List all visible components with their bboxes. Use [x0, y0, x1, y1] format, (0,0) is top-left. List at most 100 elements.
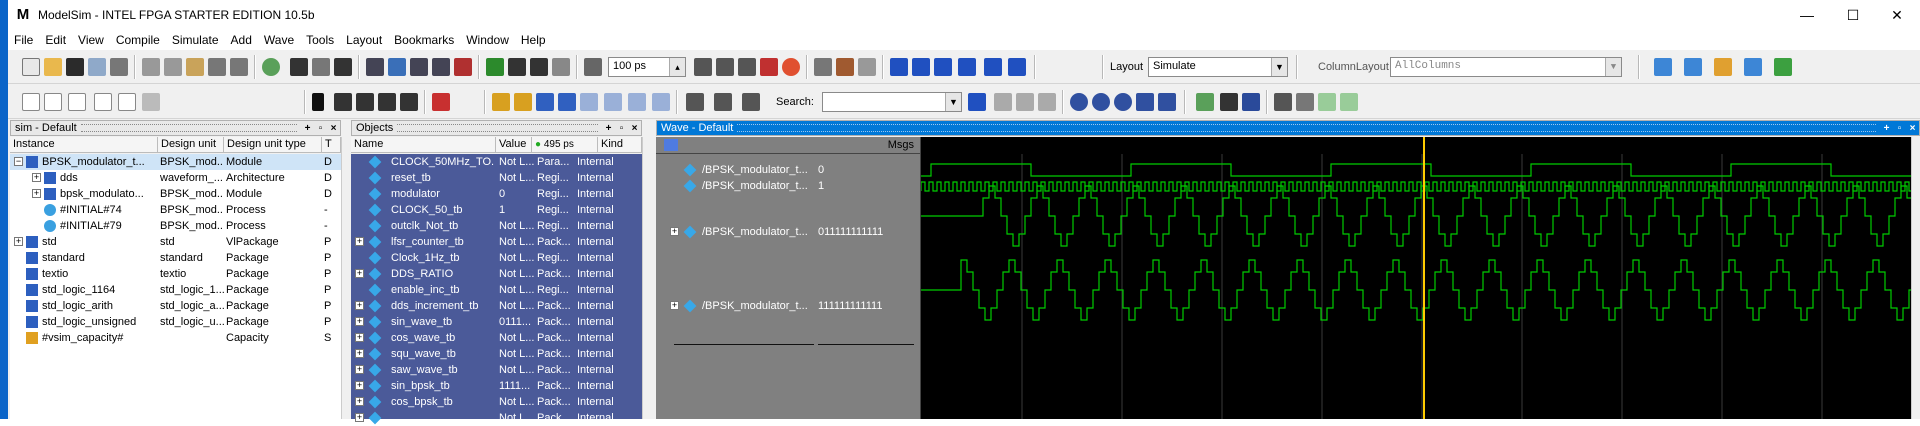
- layout-select[interactable]: Simulate ▼: [1148, 57, 1288, 77]
- spin-icon[interactable]: ▴: [669, 58, 685, 76]
- col-design-unit-type[interactable]: Design unit type: [224, 137, 322, 152]
- zoom-in-icon[interactable]: [1070, 93, 1088, 111]
- clear-icon[interactable]: [454, 58, 472, 76]
- menu-add[interactable]: Add: [231, 33, 252, 47]
- expand-icon[interactable]: −: [14, 157, 23, 166]
- reload-icon[interactable]: [88, 58, 106, 76]
- col-design-unit[interactable]: Design unit: [158, 137, 224, 152]
- close-pane-icon[interactable]: ×: [1906, 123, 1919, 134]
- edge-2-icon[interactable]: [1318, 93, 1336, 111]
- undo-icon[interactable]: [208, 58, 226, 76]
- find-icon[interactable]: [290, 58, 308, 76]
- object-row[interactable]: modulator 0 Regi... Internal: [351, 186, 642, 202]
- restart-icon[interactable]: [486, 58, 504, 76]
- zoom-range-icon[interactable]: [1158, 93, 1176, 111]
- arrow-up-icon[interactable]: [508, 58, 526, 76]
- find-all-icon[interactable]: [1038, 93, 1056, 111]
- maximize-pane-icon[interactable]: ▫: [615, 123, 628, 134]
- wave-vscrollbar[interactable]: [1911, 137, 1920, 419]
- object-row[interactable]: +... Not L... Pack... Internal: [351, 410, 642, 426]
- menu-simulate[interactable]: Simulate: [172, 33, 219, 47]
- object-row[interactable]: CLOCK_50_tb 1 Regi... Internal: [351, 202, 642, 218]
- expand-icon[interactable]: +: [355, 365, 364, 374]
- object-row[interactable]: outclk_Not_tb Not L... Regi... Internal: [351, 218, 642, 234]
- menu-file[interactable]: File: [14, 33, 33, 47]
- undock-icon[interactable]: +: [602, 123, 615, 134]
- step-over-icon[interactable]: [912, 58, 930, 76]
- find-next-icon[interactable]: [1016, 93, 1034, 111]
- close-pane-icon[interactable]: ×: [628, 123, 641, 134]
- object-row[interactable]: + DDS_RATIO Not L... Pack... Internal: [351, 266, 642, 282]
- undock-icon[interactable]: +: [1880, 123, 1893, 134]
- arrow-right-icon[interactable]: [552, 58, 570, 76]
- break-icon[interactable]: [760, 58, 778, 76]
- menu-wave[interactable]: Wave: [264, 33, 294, 47]
- expand-icon[interactable]: +: [355, 349, 364, 358]
- sim-row[interactable]: − BPSK_modulator_t... BPSK_mod... Module D: [10, 154, 341, 170]
- filter-icon[interactable]: [142, 93, 160, 111]
- minimize-button[interactable]: —: [1784, 0, 1830, 30]
- edge-rising-icon[interactable]: [652, 93, 670, 111]
- continue-icon[interactable]: [716, 58, 734, 76]
- object-row[interactable]: + lfsr_counter_tb Not L... Pack... Internal: [351, 234, 642, 250]
- object-row[interactable]: reset_tb Not L... Regi... Internal: [351, 170, 642, 186]
- sim-row[interactable]: #INITIAL#74 BPSK_mod... Process -: [10, 202, 341, 218]
- output-icon[interactable]: [44, 93, 62, 111]
- cut-icon[interactable]: [142, 58, 160, 76]
- object-row[interactable]: + saw_wave_tb Not L... Pack... Internal: [351, 362, 642, 378]
- expand-icon[interactable]: +: [355, 301, 364, 310]
- insert-icon[interactable]: [22, 93, 40, 111]
- object-row[interactable]: Clock_1Hz_tb Not L... Regi... Internal: [351, 250, 642, 266]
- run-all-icon[interactable]: [738, 58, 756, 76]
- objects-pane-header[interactable]: Objects + ▫ ×: [351, 120, 642, 136]
- search-options-icon[interactable]: [742, 93, 760, 111]
- sim-row[interactable]: std_logic_1164 std_logic_1... Package P: [10, 282, 341, 298]
- redo-icon[interactable]: [230, 58, 248, 76]
- drag-grip[interactable]: [397, 124, 598, 132]
- hand-icon[interactable]: [858, 58, 876, 76]
- expand-icon[interactable]: +: [355, 381, 364, 390]
- col-value[interactable]: Value: [496, 137, 532, 152]
- col-name[interactable]: Name: [351, 137, 496, 152]
- modelsim-icon[interactable]: [334, 58, 352, 76]
- object-row[interactable]: + sin_bpsk_tb 1111... Pack... Internal: [351, 378, 642, 394]
- time-ruler[interactable]: [921, 137, 1911, 154]
- cursor-add-icon[interactable]: [492, 93, 510, 111]
- menu-view[interactable]: View: [78, 33, 104, 47]
- edge-next-icon[interactable]: [604, 93, 622, 111]
- internal-icon[interactable]: [94, 93, 112, 111]
- object-row[interactable]: + sin_wave_tb 0111... Pack... Internal: [351, 314, 642, 330]
- expand-icon[interactable]: +: [355, 317, 364, 326]
- split-icon[interactable]: [400, 93, 418, 111]
- maximize-pane-icon[interactable]: ▫: [314, 123, 327, 134]
- expand-icon[interactable]: +: [355, 237, 364, 246]
- col-kind[interactable]: Kind: [598, 137, 642, 152]
- edge-1-icon[interactable]: [1296, 93, 1314, 111]
- sim-row[interactable]: + dds waveform_... Architecture D: [10, 170, 341, 186]
- expand-icon[interactable]: +: [355, 269, 364, 278]
- trace-icon[interactable]: [410, 58, 428, 76]
- cursor-icon[interactable]: [312, 93, 324, 111]
- drag-grip[interactable]: [737, 124, 1876, 132]
- wave-canvas[interactable]: [921, 137, 1911, 419]
- save-icon[interactable]: [66, 58, 84, 76]
- chevron-down-icon[interactable]: ▼: [945, 93, 961, 111]
- compile-icon[interactable]: [262, 58, 280, 76]
- new-file-icon[interactable]: [22, 58, 40, 76]
- menu-tools[interactable]: Tools: [306, 33, 334, 47]
- inout-icon[interactable]: [68, 93, 86, 111]
- edge-falling-icon[interactable]: [628, 93, 646, 111]
- sim-row[interactable]: + bpsk_modulato... BPSK_mod... Module D: [10, 186, 341, 202]
- wave-format-1-icon[interactable]: [1196, 93, 1214, 111]
- object-row[interactable]: + squ_wave_tb Not L... Pack... Internal: [351, 346, 642, 362]
- search-down-icon[interactable]: [968, 93, 986, 111]
- menu-layout[interactable]: Layout: [346, 33, 382, 47]
- step-into-icon[interactable]: [890, 58, 908, 76]
- cursor-prev-icon[interactable]: [536, 93, 554, 111]
- col-t[interactable]: T: [322, 137, 341, 152]
- wave-pane-header[interactable]: Wave - Default + ▫ ×: [656, 120, 1920, 136]
- drag-grip[interactable]: [80, 124, 297, 132]
- edit-mode-icon[interactable]: [378, 93, 396, 111]
- menu-compile[interactable]: Compile: [116, 33, 160, 47]
- sim-row[interactable]: #vsim_capacity# Capacity S: [10, 330, 341, 346]
